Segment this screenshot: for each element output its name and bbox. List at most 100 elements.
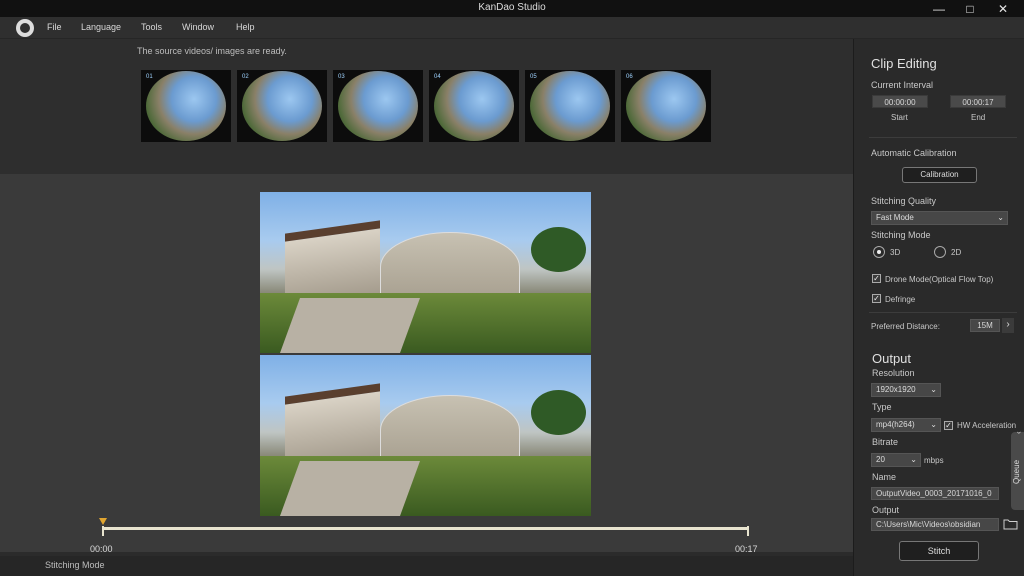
chevron-down-icon: ⌄: [930, 385, 937, 394]
start-label: Start: [891, 113, 908, 122]
bitrate-select[interactable]: 20 ⌄: [871, 453, 921, 467]
thumbnail-image: [146, 71, 226, 141]
preview-tree: [531, 227, 586, 272]
hw-acceleration-checkbox[interactable]: ✓: [944, 421, 953, 430]
defringe-checkbox[interactable]: ✓: [872, 294, 881, 303]
chevron-down-icon: ⌄: [910, 455, 917, 464]
queue-tab[interactable]: ‹ Queue: [1011, 431, 1024, 510]
thumbnail-number: 05: [530, 74, 537, 80]
auto-calibration-label: Automatic Calibration: [871, 148, 957, 158]
maximize-icon[interactable]: □: [955, 0, 985, 17]
hw-acceleration-label: HW Acceleration: [957, 421, 1017, 430]
thumbnail-image: [242, 71, 322, 141]
status-text: Stitching Mode: [45, 560, 105, 570]
preview-path: [279, 298, 421, 353]
thumbnail-number: 03: [338, 74, 345, 80]
bitrate-unit: mbps: [924, 456, 944, 465]
menu-language[interactable]: Language: [81, 22, 121, 32]
preview-wall: [380, 232, 520, 302]
close-icon[interactable]: ✕: [988, 0, 1018, 17]
mode-3d-label: 3D: [890, 248, 901, 257]
stereo-preview-top[interactable]: [260, 192, 591, 353]
drone-mode-checkbox[interactable]: ✓: [872, 274, 881, 283]
preferred-distance-label: Preferred Distance:: [871, 322, 940, 331]
title-bar: KanDao Studio — □ ✕: [0, 0, 1024, 17]
menu-file[interactable]: File: [47, 22, 62, 32]
source-thumbnail[interactable]: 03: [333, 70, 423, 142]
stitching-mode-label: Stitching Mode: [871, 230, 931, 240]
output-name-field[interactable]: OutputVideo_0003_20171016_0: [871, 487, 999, 500]
chevron-right-icon[interactable]: ›: [1002, 318, 1014, 333]
source-panel: The source videos/ images are ready. 01 …: [0, 39, 853, 174]
divider: [869, 312, 1017, 313]
drone-mode-label: Drone Mode(Optical Flow Top): [885, 275, 994, 284]
timeline-end-marker[interactable]: [747, 526, 749, 536]
output-title: Output: [872, 351, 912, 366]
thumbnail-number: 04: [434, 74, 441, 80]
preview-path: [279, 461, 421, 516]
type-select[interactable]: mp4(h264) ⌄: [871, 418, 941, 432]
thumbnail-image: [626, 71, 706, 141]
timeline-track[interactable]: [103, 527, 748, 530]
menu-bar: File Language Tools Window Help: [0, 17, 1024, 39]
queue-label: Queue: [1012, 459, 1021, 484]
defringe-label: Defringe: [885, 295, 916, 304]
stitching-quality-label: Stitching Quality: [871, 196, 937, 206]
mode-2d-label: 2D: [951, 248, 962, 257]
calibration-button[interactable]: Calibration: [902, 167, 977, 183]
interval-end-field[interactable]: 00:00:17: [950, 95, 1006, 108]
minimize-icon[interactable]: —: [924, 0, 954, 17]
bitrate-label: Bitrate: [872, 437, 899, 447]
stereo-preview-bottom[interactable]: [260, 355, 591, 516]
stitching-quality-value: Fast Mode: [876, 213, 914, 222]
source-status-message: The source videos/ images are ready.: [137, 46, 287, 56]
thumbnail-image: [434, 71, 514, 141]
window-title: KanDao Studio: [478, 2, 546, 13]
chevron-down-icon: ⌄: [930, 420, 937, 429]
source-thumbnail[interactable]: 04: [429, 70, 519, 142]
resolution-select[interactable]: 1920x1920 ⌄: [871, 383, 941, 397]
interval-start-field[interactable]: 00:00:00: [872, 95, 928, 108]
source-thumbnail[interactable]: 02: [237, 70, 327, 142]
divider: [869, 137, 1017, 138]
source-thumbnail[interactable]: 06: [621, 70, 711, 142]
output-path-label: Output: [872, 505, 900, 515]
menu-tools[interactable]: Tools: [141, 22, 162, 32]
end-label: End: [971, 113, 986, 122]
clip-editing-panel: Clip Editing Current Interval 00:00:00 0…: [853, 39, 1024, 576]
mode-3d-radio[interactable]: [873, 246, 885, 258]
timeline-start-time: 00:00: [90, 544, 113, 554]
thumbnail-number: 01: [146, 74, 153, 80]
resolution-label: Resolution: [872, 368, 915, 378]
mode-2d-radio[interactable]: [934, 246, 946, 258]
type-label: Type: [872, 402, 892, 412]
resolution-value: 1920x1920: [876, 385, 916, 394]
kandao-logo-icon[interactable]: [16, 19, 34, 37]
output-path-field[interactable]: C:\Users\Mic\Videos\obsidian: [871, 518, 999, 531]
stitching-quality-select[interactable]: Fast Mode ⌄: [871, 211, 1008, 225]
timeline-end-time: 00:17: [735, 544, 758, 554]
chevron-left-icon: ‹: [1014, 431, 1023, 434]
source-thumbnail[interactable]: 01: [141, 70, 231, 142]
source-thumbnail[interactable]: 05: [525, 70, 615, 142]
folder-icon[interactable]: [1003, 518, 1018, 530]
type-value: mp4(h264): [876, 420, 915, 429]
clip-editing-title: Clip Editing: [871, 56, 937, 71]
menu-help[interactable]: Help: [236, 22, 255, 32]
thumbnail-number: 06: [626, 74, 633, 80]
timeline-start-marker[interactable]: [102, 526, 104, 536]
name-label: Name: [872, 472, 897, 482]
chevron-down-icon: ⌄: [997, 213, 1004, 222]
menu-window[interactable]: Window: [182, 22, 214, 32]
thumbnail-image: [530, 71, 610, 141]
thumbnail-number: 02: [242, 74, 249, 80]
bitrate-value: 20: [876, 455, 885, 464]
preferred-distance-field[interactable]: 15M: [970, 319, 1000, 332]
preview-wall: [380, 395, 520, 465]
thumbnail-image: [338, 71, 418, 141]
status-bar: Stitching Mode: [0, 556, 853, 576]
stitch-button[interactable]: Stitch: [899, 541, 979, 561]
preview-tree: [531, 390, 586, 435]
playhead-icon[interactable]: [99, 518, 107, 525]
current-interval-label: Current Interval: [871, 80, 934, 90]
